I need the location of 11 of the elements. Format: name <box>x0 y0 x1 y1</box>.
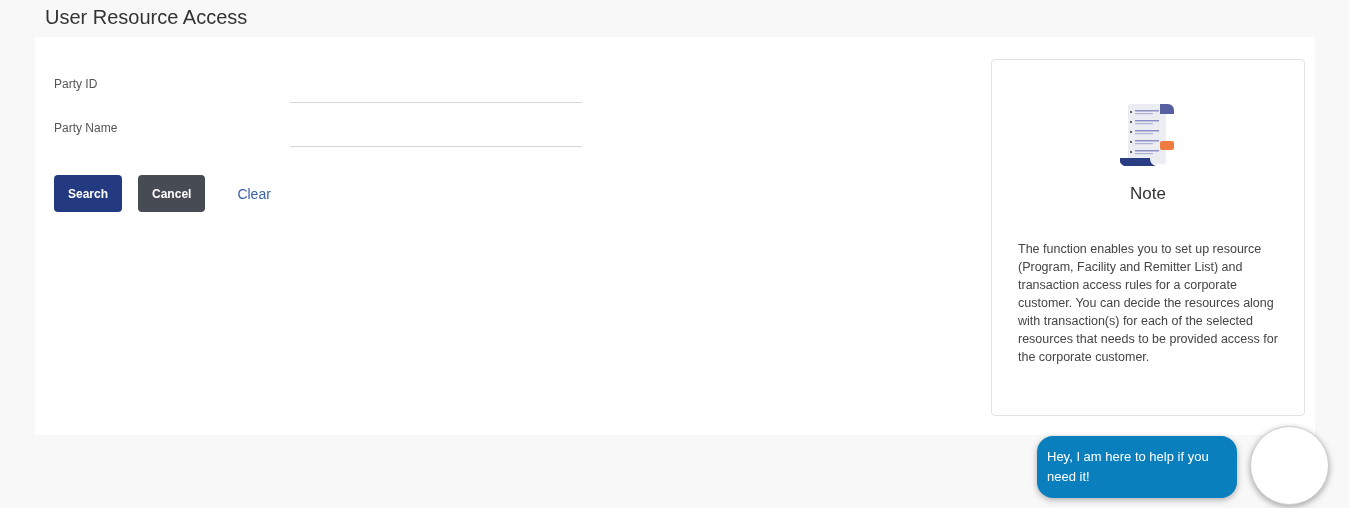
clear-link[interactable]: Clear <box>221 185 287 202</box>
field-label: Party Name <box>54 121 119 137</box>
chat-bubble[interactable]: Hey, I am here to help if you need it! <box>1037 436 1237 498</box>
search-button[interactable]: Search <box>54 175 123 212</box>
note-title: Note <box>1130 184 1166 204</box>
document-icon <box>1120 102 1176 168</box>
field-label: Party ID <box>54 77 99 93</box>
cancel-button[interactable]: Cancel <box>138 175 206 212</box>
note-text: The function enables you to set up resource (Program, Facility and Remitter List) and transaction access rules for a corporate customer. You can decide the resources along with transaction(s) for each of the selected resources that needs to be provided access for the corporate customer. <box>1018 241 1278 366</box>
page-title: User Resource Access <box>44 5 249 30</box>
chat-avatar[interactable] <box>1250 426 1329 505</box>
